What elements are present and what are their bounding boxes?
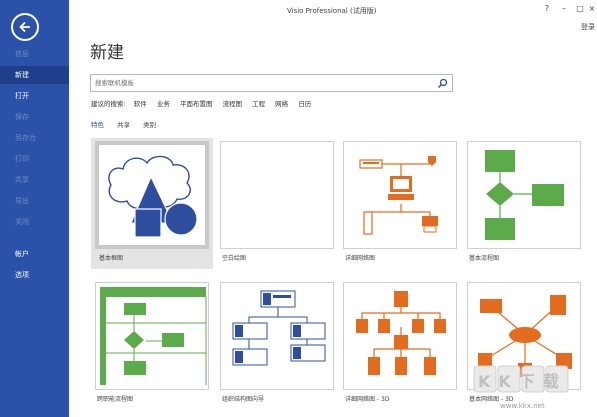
suggested-link-business[interactable]: 业务 [157, 100, 170, 108]
sidebar-item-options[interactable]: 选项 [0, 266, 69, 284]
window-title: Visio Professional (试用版) [287, 7, 377, 15]
maximize-button[interactable]: □ [574, 4, 586, 13]
page-title: 新建 [90, 43, 124, 63]
help-button[interactable]: ? [541, 4, 553, 13]
suggested-label: 建议的搜索: [91, 100, 126, 108]
org-chart-thumb [220, 282, 334, 390]
suggested-link-software[interactable]: 软件 [134, 100, 147, 108]
login-link[interactable]: 登录 [581, 22, 595, 32]
basic-diagram-thumb [95, 141, 209, 249]
template-caption: 组织结构图向导 [222, 396, 265, 403]
sidebar-item-save: 保存 [15, 113, 29, 121]
sidebar-item-print: 打印 [15, 155, 29, 163]
cross-functional-thumb [95, 282, 209, 390]
back-button[interactable] [11, 13, 39, 41]
minimize-button[interactable]: – [558, 4, 570, 13]
sidebar-item-export: 导出 [15, 197, 29, 205]
watermark-url: www.kkx.net [500, 402, 545, 410]
blank-drawing-thumb [220, 141, 334, 249]
network-3d-thumb [343, 282, 457, 390]
tab-shared[interactable]: 共享 [117, 121, 130, 129]
suggested-link-calendar[interactable]: 日历 [298, 100, 311, 108]
sidebar-item-new[interactable]: 新建 [0, 66, 69, 84]
sidebar-item-share: 共享 [15, 176, 29, 184]
template-caption: 详细网络图 - 3D [345, 396, 390, 403]
back-arrow-icon [19, 21, 30, 33]
basic-flowchart-thumb [467, 141, 581, 249]
template-caption: 跨职能流程图 [97, 396, 134, 403]
backstage-sidebar: 信息 新建 打开 保存 另存为 打印 共享 导出 关闭 帐户 选项 [0, 0, 69, 417]
title-bar: Visio Professional (试用版) [69, 0, 597, 22]
template-caption: 详细网络图 [345, 255, 376, 262]
sidebar-item-account[interactable]: 帐户 [0, 245, 69, 263]
watermark-text: KK下载 [478, 372, 567, 391]
visio-start-screen: 信息 新建 打开 保存 另存为 打印 共享 导出 关闭 帐户 选项 Visio … [0, 0, 597, 417]
tab-featured[interactable]: 特色 [91, 121, 104, 129]
sidebar-item-info: 信息 [15, 50, 29, 58]
template-tabs: 特色 共享 类别 [91, 119, 167, 129]
suggested-searches: 建议的搜索: 软件 业务 平面布置图 流程图 工程 网络 日历 [91, 98, 319, 108]
suggested-link-flowchart[interactable]: 流程图 [223, 100, 243, 108]
search-box [90, 74, 453, 92]
sidebar-item-save-as: 另存为 [15, 134, 36, 142]
search-input[interactable] [95, 77, 425, 89]
suggested-link-network[interactable]: 网络 [275, 100, 288, 108]
sidebar-item-close: 关闭 [15, 218, 29, 226]
template-caption: 基本流程图 [469, 255, 500, 262]
search-icon[interactable] [437, 78, 448, 89]
network-diagram-thumb [343, 141, 457, 249]
tab-categories[interactable]: 类别 [143, 121, 156, 129]
sidebar-item-open[interactable]: 打开 [0, 87, 69, 105]
close-button[interactable]: × [586, 4, 597, 13]
suggested-link-floor-plan[interactable]: 平面布置图 [180, 100, 213, 108]
template-caption: 基本框图 [99, 255, 124, 262]
template-caption: 空白绘图 [222, 255, 247, 262]
suggested-link-engineering[interactable]: 工程 [252, 100, 265, 108]
